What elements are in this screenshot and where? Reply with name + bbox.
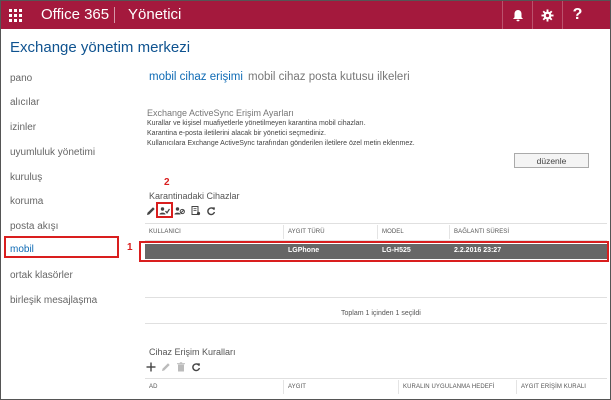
- settings-line-2: Karantina e-posta iletilerini alacak bir…: [147, 130, 326, 137]
- column-divider: [398, 380, 399, 394]
- nav-item-unified-messaging[interactable]: birleşik mesajlaşma: [10, 295, 97, 306]
- tab-mobile-mailbox-policies[interactable]: mobil cihaz posta kutusu ilkeleri: [248, 71, 410, 83]
- column-header-rule-target[interactable]: KURALIN UYGULANMA HEDEFİ: [403, 384, 494, 390]
- quarantine-section-title: Karantinadaki Cihazlar: [149, 191, 240, 201]
- help-icon[interactable]: ?: [562, 1, 592, 29]
- rules-table-top-rule: [145, 378, 607, 379]
- top-bar: Office 365 Yönetici ?: [1, 1, 610, 29]
- topbar-divider: [114, 7, 115, 23]
- column-divider: [283, 225, 284, 239]
- refresh-rules-icon[interactable]: [190, 361, 201, 372]
- nav-item-permissions[interactable]: izinler: [10, 122, 36, 133]
- page-title: Exchange yönetim merkezi: [10, 39, 191, 56]
- column-header-device-type[interactable]: AYGIT TÜRÜ: [288, 229, 325, 235]
- column-header-model[interactable]: MODEL: [382, 229, 404, 235]
- gear-icon[interactable]: [532, 1, 562, 29]
- selection-count: Toplam 1 içinden 1 seçildi: [341, 310, 421, 317]
- nav-item-compliance[interactable]: uyumluluk yönetimi: [10, 147, 95, 158]
- edit-settings-button[interactable]: düzenle: [514, 153, 589, 168]
- column-header-connected[interactable]: BAĞLANTI SÜRESİ: [454, 229, 509, 235]
- help-glyph: ?: [572, 6, 583, 23]
- nav-item-protection[interactable]: koruma: [10, 196, 43, 207]
- details-icon[interactable]: [190, 205, 201, 216]
- access-rules-section-title: Cihaz Erişim Kuralları: [149, 347, 236, 357]
- nav-item-pano[interactable]: pano: [10, 73, 32, 84]
- selected-row-highlight: [139, 241, 609, 262]
- column-divider: [516, 380, 517, 394]
- activesync-settings-heading: Exchange ActiveSync Erişim Ayarları: [147, 108, 294, 118]
- column-header-name[interactable]: AD: [149, 384, 158, 390]
- block-device-icon[interactable]: [174, 205, 185, 216]
- edit-rule-icon: [160, 361, 171, 372]
- callout-1: 1: [127, 242, 133, 253]
- waffle-icon[interactable]: [1, 1, 29, 29]
- table-top-rule: [145, 223, 607, 224]
- add-icon[interactable]: [145, 361, 156, 372]
- column-header-access-rule[interactable]: AYGIT ERİŞİM KURALI: [521, 384, 586, 390]
- column-divider: [449, 225, 450, 239]
- app-name: Yönetici: [128, 6, 182, 23]
- nav-mobile-highlight: [4, 236, 119, 258]
- column-header-user[interactable]: KULLANICI: [149, 229, 181, 235]
- nav-item-public-folders[interactable]: ortak klasörler: [10, 270, 73, 281]
- settings-line-1: Kurallar ve kişisel muafiyetlerle yöneti…: [147, 120, 366, 127]
- refresh-icon[interactable]: [205, 205, 216, 216]
- edit-icon[interactable]: [145, 205, 156, 216]
- delete-icon: [175, 361, 186, 372]
- column-divider: [377, 225, 378, 239]
- nav-item-recipients[interactable]: alıcılar: [10, 97, 39, 108]
- nav-item-mail-flow[interactable]: posta akışı: [10, 221, 58, 232]
- bell-icon[interactable]: [502, 1, 532, 29]
- column-header-device[interactable]: AYGIT: [288, 384, 306, 390]
- table-bottom-rule: [145, 297, 607, 298]
- brand-name[interactable]: Office 365: [41, 6, 109, 23]
- nav-item-organization[interactable]: kuruluş: [10, 172, 42, 183]
- section-divider: [145, 323, 607, 324]
- tab-mobile-device-access[interactable]: mobil cihaz erişimi: [149, 71, 243, 83]
- settings-line-3: Kullanıcılara Exchange ActiveSync tarafı…: [147, 140, 415, 147]
- callout-2: 2: [164, 177, 170, 188]
- column-divider: [283, 380, 284, 394]
- allow-icon-highlight: [156, 202, 173, 218]
- app-frame: Office 365 Yönetici ? Exchange yönetim m…: [0, 0, 611, 400]
